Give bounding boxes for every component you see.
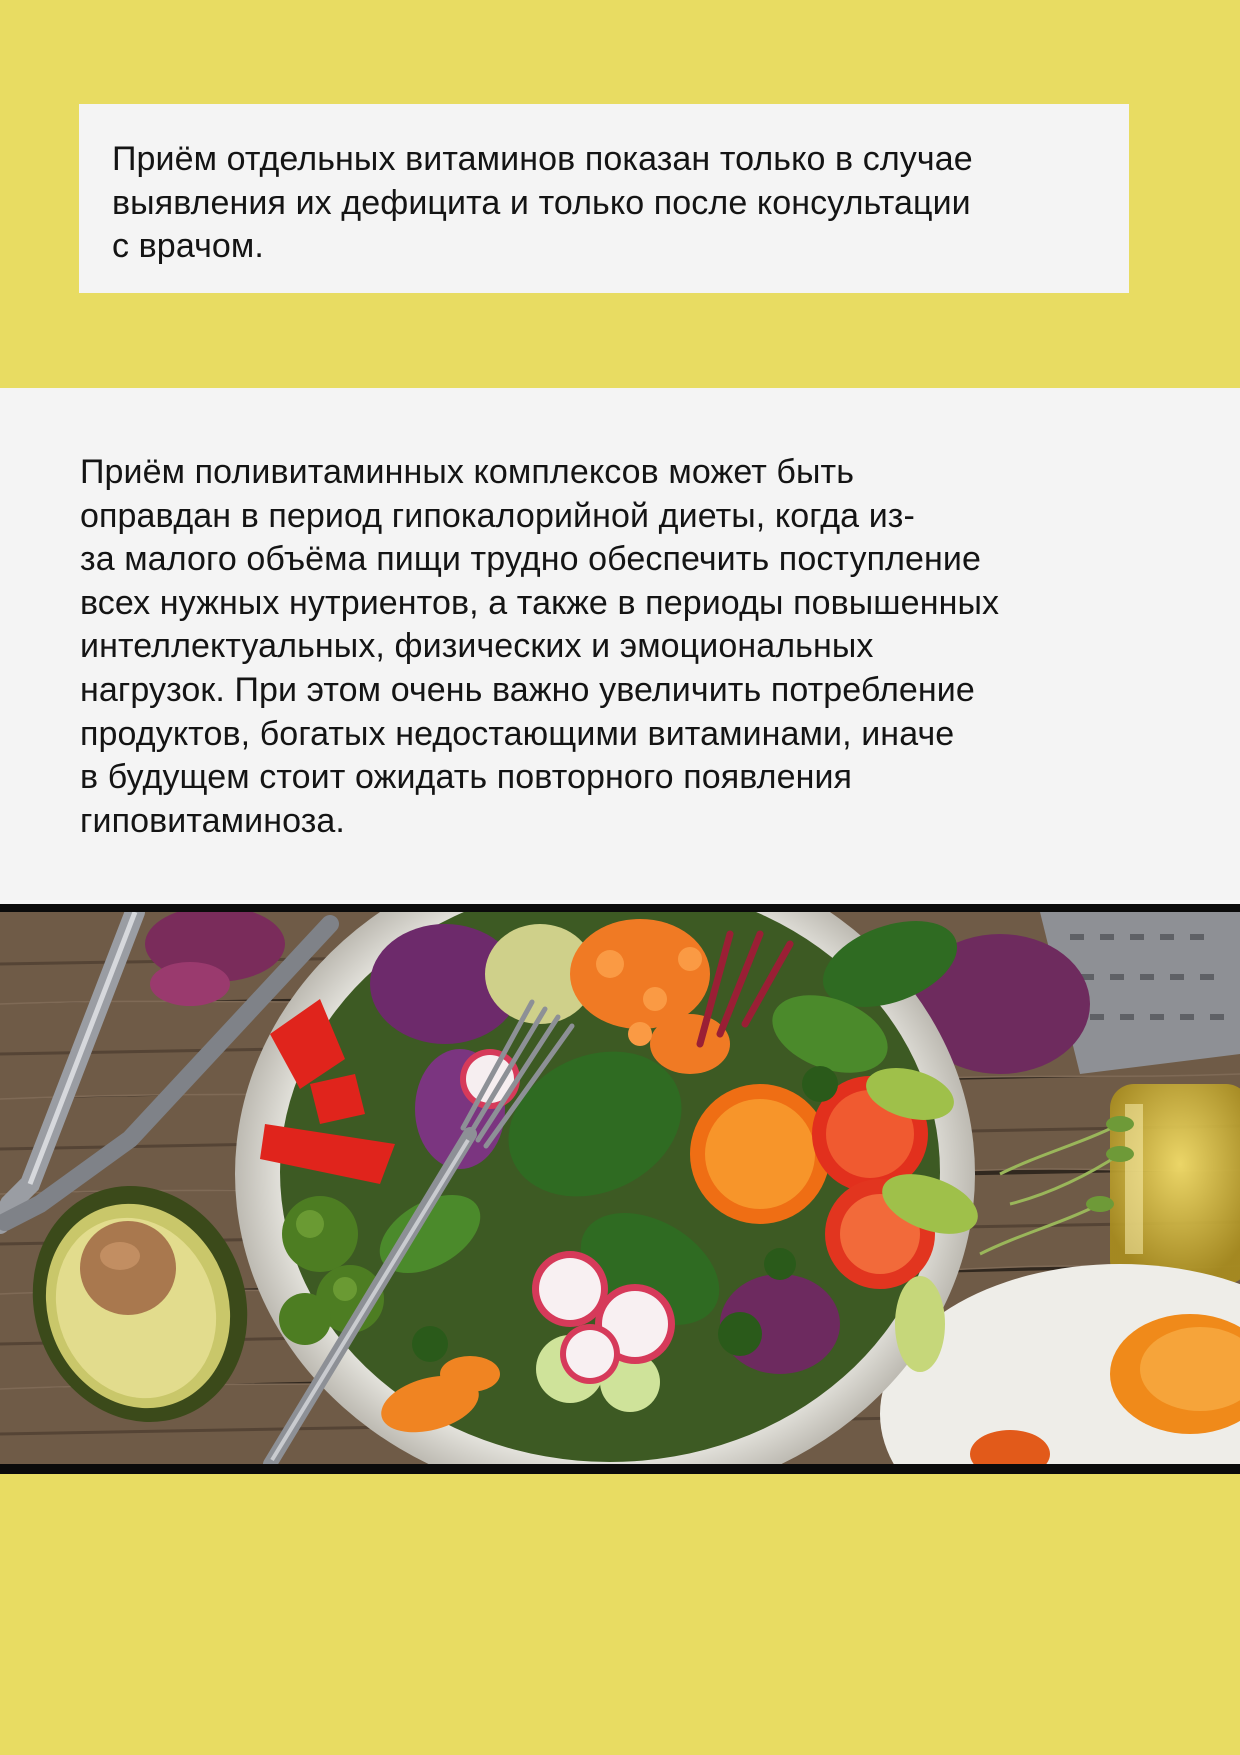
body-text-line: в будущем стоит ожидать повторного появл… <box>80 758 853 797</box>
bottom-band <box>0 1474 1240 1755</box>
note-text-line: Приём отдельных витаминов показан только… <box>112 140 973 178</box>
body-text-line: гиповитаминоза. <box>80 801 345 840</box>
body-text-panel: Приём поливитаминных комплексов может бы… <box>0 388 1240 904</box>
body-text-line: всех нужных нутриентов, а также в период… <box>80 583 1000 622</box>
body-text-line: за малого объёма пищи трудно обеспечить … <box>80 540 982 579</box>
body-text-line: продуктов, богатых недостающими витамина… <box>80 714 955 753</box>
salad-photo <box>0 904 1240 1474</box>
oil-jar <box>1110 1084 1240 1284</box>
note-text-line: с врачом. <box>112 227 264 265</box>
salad-bowl <box>235 912 978 1464</box>
salad-illustration <box>0 912 1240 1464</box>
note-text-line: выявления их дефицита и только после кон… <box>112 183 971 222</box>
page: Приём отдельных витаминов показан только… <box>0 0 1240 1755</box>
body-text-line: нагрузок. При этом очень важно увеличить… <box>80 670 975 709</box>
body-text-line: интеллектуальных, физических и эмоционал… <box>80 627 874 666</box>
note-box: Приём отдельных витаминов показан только… <box>79 104 1129 293</box>
body-text-line: оправдан в период гипокалорийной диеты, … <box>80 496 915 535</box>
body-text-line: Приём поливитаминных комплексов может бы… <box>80 453 855 491</box>
